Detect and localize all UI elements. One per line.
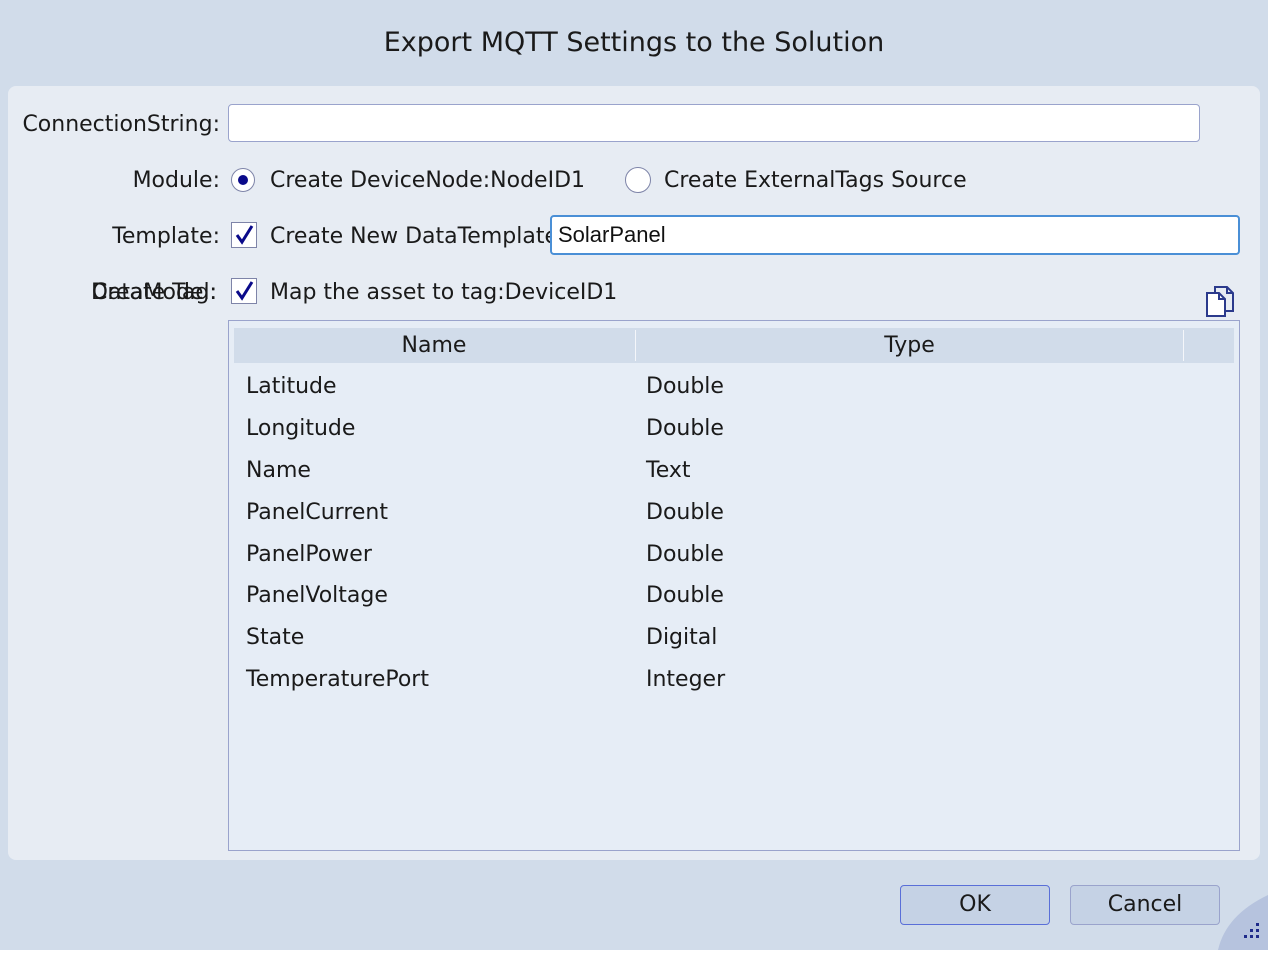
table-row[interactable]: Latitude Double: [229, 366, 1238, 408]
create-template-label[interactable]: Create New DataTemplate:: [270, 219, 565, 255]
cell-type: Double: [646, 416, 724, 441]
cell-type: Integer: [646, 667, 726, 692]
table-row[interactable]: State Digital: [229, 617, 1238, 659]
table-row[interactable]: PanelCurrent Double: [229, 492, 1238, 534]
table-row[interactable]: Name Text: [229, 450, 1238, 492]
export-mqtt-dialog: Export MQTT Settings to the Solution Con…: [0, 0, 1268, 950]
cell-type: Double: [646, 542, 724, 567]
template-name-input[interactable]: [550, 215, 1240, 255]
fields-table: Name Type Latitude Double Longitude Doub…: [228, 320, 1240, 851]
checkmark-icon: [235, 225, 254, 245]
table-row[interactable]: Longitude Double: [229, 408, 1238, 450]
cell-type: Text: [646, 458, 691, 483]
radio-create-external-tags[interactable]: [625, 167, 651, 193]
cell-name: TemperaturePort: [246, 667, 429, 692]
cancel-button[interactable]: Cancel: [1070, 885, 1220, 925]
radio-selected-dot: [238, 175, 248, 185]
radio-create-external-tags-label[interactable]: Create ExternalTags Source: [664, 163, 967, 199]
dialog-title: Export MQTT Settings to the Solution: [383, 27, 885, 58]
table-row[interactable]: TemperaturePort Integer: [229, 659, 1238, 701]
table-header: Name Type: [234, 328, 1234, 363]
copy-document-icon[interactable]: [1203, 283, 1239, 319]
template-label: Template:: [112, 224, 220, 249]
map-asset-checkbox[interactable]: [231, 278, 257, 304]
cell-name: PanelPower: [246, 542, 372, 567]
create-tag-label: Create Tag:: [92, 280, 217, 305]
cell-name: State: [246, 625, 305, 650]
cell-name: Latitude: [246, 374, 337, 399]
create-template-checkbox[interactable]: [231, 222, 257, 248]
table-row[interactable]: PanelPower Double: [229, 534, 1238, 576]
map-asset-label[interactable]: Map the asset to tag:DeviceID1: [270, 275, 617, 311]
table-row[interactable]: PanelVoltage Double: [229, 575, 1238, 617]
cell-type: Double: [646, 374, 724, 399]
column-separator[interactable]: [1183, 330, 1184, 361]
cell-name: PanelCurrent: [246, 500, 388, 525]
cell-type: Double: [646, 500, 724, 525]
cell-name: Longitude: [246, 416, 356, 441]
cell-type: Double: [646, 583, 724, 608]
radio-create-device-node-label[interactable]: Create DeviceNode:NodeID1: [270, 163, 585, 199]
checkmark-icon: [235, 281, 254, 301]
cell-name: Name: [246, 458, 311, 483]
ok-button[interactable]: OK: [900, 885, 1050, 925]
connection-string-label: ConnectionString:: [22, 112, 220, 137]
cell-type: Digital: [646, 625, 718, 650]
resize-grip-icon[interactable]: [1218, 895, 1268, 950]
module-label: Module:: [132, 168, 220, 193]
connection-string-input[interactable]: [228, 104, 1200, 142]
column-header-type[interactable]: Type: [636, 328, 1183, 363]
radio-create-device-node[interactable]: [231, 168, 255, 192]
cell-name: PanelVoltage: [246, 583, 388, 608]
column-header-name[interactable]: Name: [234, 328, 634, 363]
